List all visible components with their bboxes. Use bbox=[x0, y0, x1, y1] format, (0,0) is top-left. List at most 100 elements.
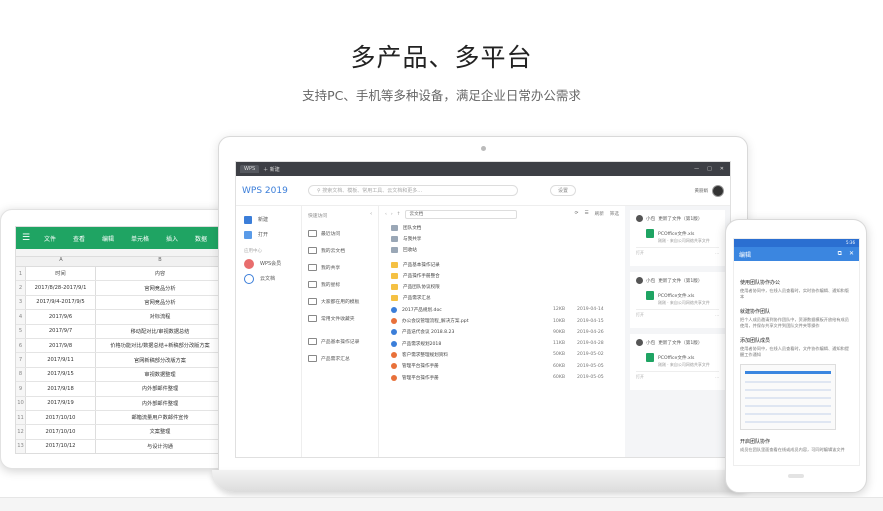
menu-insert[interactable]: 插入 bbox=[166, 234, 178, 243]
cell-b[interactable]: 与设计沟通 bbox=[96, 443, 224, 450]
avatar[interactable] bbox=[712, 184, 724, 197]
nav-item[interactable]: 我的共享 bbox=[302, 259, 378, 276]
cell-b[interactable]: 官网竞品分析 bbox=[96, 285, 224, 292]
minimize-icon[interactable]: — bbox=[694, 166, 699, 172]
search-input[interactable]: ⚲ 搜索文档、模板、常用工具、云文档和更多... bbox=[308, 185, 518, 196]
cell-a[interactable]: 时间 bbox=[26, 267, 96, 281]
cell-a[interactable]: 2017/9/18 bbox=[26, 382, 96, 396]
file-row[interactable]: 管理平台操作手册 60KB 2019-05-05 bbox=[379, 361, 625, 372]
more-icon[interactable]: ... bbox=[715, 312, 719, 318]
folder-icon bbox=[391, 284, 398, 291]
cell-b[interactable]: 价格功能对比/数据总结+新稿部分改版方案 bbox=[96, 342, 224, 349]
filter-button[interactable]: 筛选 bbox=[610, 211, 619, 217]
file-row[interactable]: 产品需求规划2018 11KB 2019-04-28 bbox=[379, 338, 625, 349]
sidebar-item-new[interactable]: 新建 bbox=[236, 212, 301, 227]
file-row[interactable]: 产品基本操作记录 bbox=[379, 259, 625, 270]
file-row[interactable]: 客户需求整理规划资料 50KB 2019-05-02 bbox=[379, 349, 625, 360]
cell-b[interactable]: 邮箱流量用户数邮件宣传 bbox=[96, 414, 224, 421]
card-open-link[interactable]: 打开 bbox=[636, 312, 644, 318]
user-menu[interactable]: 黄丽娟 bbox=[695, 184, 724, 197]
card-open-link[interactable]: 打开 bbox=[636, 250, 644, 256]
cell-b[interactable]: 内外部邮件整理 bbox=[96, 385, 224, 392]
cell-b[interactable]: 内外部邮件整理 bbox=[96, 400, 224, 407]
file-row[interactable]: 产品操作手册整合 bbox=[379, 270, 625, 281]
cell-a[interactable]: 2017/10/10 bbox=[26, 425, 96, 439]
file-row[interactable]: 2017产品规划.doc 12KB 2019-04-14 bbox=[379, 304, 625, 315]
sidebar-item-cloud[interactable]: 云文档 bbox=[236, 271, 301, 286]
menu-edit[interactable]: 编辑 bbox=[102, 234, 114, 243]
cell-b[interactable]: 对标流程 bbox=[96, 313, 224, 320]
card-open-link[interactable]: 打开 bbox=[636, 374, 644, 380]
more-icon[interactable]: ... bbox=[715, 250, 719, 256]
file-date: 2019-04-26 bbox=[577, 329, 604, 335]
activity-card[interactable]: 小包 更新了文件（第1版） PCOffice文件.xls 刚刚 · 来自公司网络共享文… bbox=[630, 334, 725, 390]
cell-b[interactable]: 移动配对比/审视数据总结 bbox=[96, 328, 224, 335]
card-file[interactable]: PCOffice文件.xls bbox=[646, 353, 719, 362]
cell-a[interactable]: 2017/9/15 bbox=[26, 367, 96, 382]
cell-b[interactable]: 内容 bbox=[96, 270, 224, 277]
cell-a[interactable]: 2017/9/8 bbox=[26, 338, 96, 353]
nav-item[interactable]: 我的云文档 bbox=[302, 242, 378, 259]
activity-card[interactable]: 小包 更新了文件（第1版） PCOffice文件.xls 刚刚 · 来自公司网络共享文… bbox=[630, 210, 725, 266]
formula-bar[interactable] bbox=[16, 249, 224, 257]
column-b-header[interactable]: B bbox=[96, 257, 224, 266]
cell-b[interactable]: 文案整理 bbox=[96, 428, 224, 435]
menu-data[interactable]: 数据 bbox=[195, 234, 207, 243]
file-row[interactable]: 产品团队协议权限 bbox=[379, 281, 625, 292]
close-icon[interactable]: ✕ bbox=[720, 166, 724, 172]
column-a-header[interactable]: A bbox=[26, 257, 96, 266]
cell-a[interactable]: 2017/10/12 bbox=[26, 439, 96, 453]
phone-document: 使用团队协作办公 使用者协同中，在线人员查看时，实时协作编辑、通知和版本 就建协… bbox=[734, 261, 859, 463]
close-icon[interactable]: ✕ bbox=[849, 250, 854, 258]
up-icon[interactable]: ↑ bbox=[397, 212, 401, 217]
refresh-button[interactable]: 刷新 bbox=[595, 211, 604, 217]
cell-a[interactable]: 2017/10/10 bbox=[26, 410, 96, 425]
tab-wps[interactable]: WPS bbox=[240, 165, 260, 173]
path-field[interactable]: 云文档 bbox=[404, 209, 517, 219]
file-row[interactable]: 产品需求汇总 bbox=[379, 293, 625, 304]
file-size: 90KB bbox=[553, 329, 566, 335]
sidebar-item-member[interactable]: WPS会员 bbox=[236, 256, 301, 271]
home-button[interactable] bbox=[788, 474, 804, 478]
cell-a[interactable]: 2017/9/11 bbox=[26, 353, 96, 367]
more-icon[interactable]: ... bbox=[715, 374, 719, 380]
collapse-icon[interactable]: ‹ bbox=[370, 212, 372, 219]
nav-item[interactable]: 我的星标 bbox=[302, 276, 378, 293]
share-icon[interactable]: ⧉ bbox=[838, 250, 842, 258]
list-view-icon[interactable]: ☰ bbox=[584, 211, 588, 217]
forward-icon[interactable]: › bbox=[391, 212, 393, 217]
cell-b[interactable]: 官网新稿部分改版方案 bbox=[96, 357, 224, 364]
file-row[interactable]: 管理平台操作手册 60KB 2019-05-05 bbox=[379, 372, 625, 383]
cell-a[interactable]: 2017/8/28-2017/9/1 bbox=[26, 281, 96, 295]
file-row[interactable]: 与我共享 bbox=[379, 233, 625, 244]
cell-b[interactable]: 官网竞品分析 bbox=[96, 299, 224, 306]
menu-cell[interactable]: 单元格 bbox=[131, 234, 149, 243]
file-row[interactable]: 回收站 bbox=[379, 245, 625, 256]
back-icon[interactable]: ‹ bbox=[385, 212, 387, 217]
menu-file[interactable]: 文件 bbox=[44, 234, 56, 243]
cell-a[interactable]: 2017/9/19 bbox=[26, 396, 96, 410]
file-row[interactable]: 办公会议管理流程_解决方案.ppt 10KB 2019-04-15 bbox=[379, 315, 625, 326]
cell-a[interactable]: 2017/9/6 bbox=[26, 310, 96, 324]
maximize-icon[interactable]: □ bbox=[707, 166, 712, 172]
nav-item[interactable]: 产品基本操作记录 bbox=[302, 333, 378, 350]
cell-a[interactable]: 2017/9/4-2017/9/5 bbox=[26, 295, 96, 310]
file-row[interactable]: 产品迭代会议 2018.8.23 90KB 2019-04-26 bbox=[379, 327, 625, 338]
cell-a[interactable]: 2017/9/7 bbox=[26, 324, 96, 338]
card-file[interactable]: PCOffice文件.xls bbox=[646, 291, 719, 300]
refresh-icon[interactable]: ⟳ bbox=[575, 211, 579, 217]
menu-view[interactable]: 查看 bbox=[73, 234, 85, 243]
activity-card[interactable]: 小包 更新了文件（第1版） PCOffice文件.xls 刚刚 · 来自公司网络共享文… bbox=[630, 272, 725, 328]
card-file[interactable]: PCOffice文件.xls bbox=[646, 229, 719, 238]
nav-item[interactable]: 最近访问 bbox=[302, 225, 378, 242]
settings-button[interactable]: 设置 bbox=[550, 185, 576, 196]
menu-icon[interactable]: ☰ bbox=[22, 233, 44, 243]
file-row[interactable]: 团队文档 bbox=[379, 222, 625, 233]
cell-b[interactable]: 审视数据整理 bbox=[96, 371, 224, 378]
nav-item[interactable]: 常用文件收藏夹 bbox=[302, 310, 378, 327]
nav-item[interactable]: 产品需求汇总 bbox=[302, 350, 378, 367]
nav-item[interactable]: 大家都在用的模板 bbox=[302, 293, 378, 310]
sidebar-item-open[interactable]: 打开 bbox=[236, 227, 301, 242]
new-tab-button[interactable]: ＋ 新建 bbox=[263, 166, 280, 173]
table-row: 11 2017/10/10 邮箱流量用户数邮件宣传 bbox=[16, 410, 224, 426]
